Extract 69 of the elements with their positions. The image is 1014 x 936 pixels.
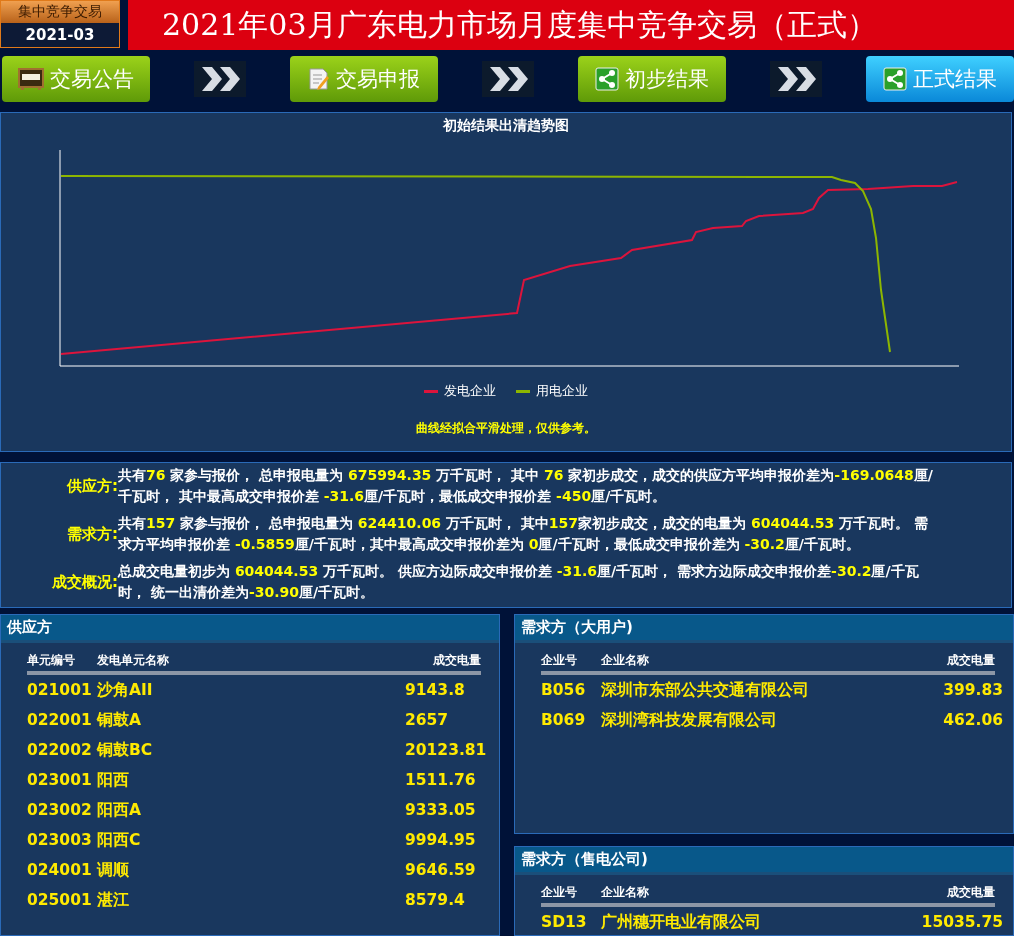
notice-board-icon — [18, 68, 44, 90]
panel-title: 需求方（售电公司) — [515, 847, 1013, 875]
summary-text: 共有157 家参与报价， 总申报电量为 624410.06 万千瓦时， 其中157家初步成交，成交的电量为 604044.53 万千瓦时。 需求方平均申报价差 -0.5859厘/千瓦时，其中最高成交申报价差为 0厘/千瓦时，最低成交申报价差为 -30.2厘/千瓦时。 — [118, 514, 929, 554]
nav-button[interactable]: 正式结果 — [866, 56, 1014, 102]
table-cell-text: 9143.8 — [405, 681, 466, 699]
double-chevron-icon — [770, 61, 822, 97]
column-header: 成交电量 — [947, 885, 995, 900]
table-cell-text: 9333.05 — [405, 801, 477, 819]
table-cell: 15035.75 — [921, 913, 1003, 931]
nav-button[interactable]: 交易公告 — [2, 56, 150, 102]
column-header: 企业名称 — [601, 653, 650, 668]
table-cell-text: 铜鼓BC — [97, 739, 154, 761]
double-chevron-icon — [194, 61, 246, 97]
column-header: 企业名称 — [601, 885, 650, 900]
table-cell-text: 025001 — [27, 891, 93, 909]
summary-text: 总成交电量初步为 604044.53 万千瓦时。 供应方边际成交申报价差 -31.6厘/千瓦时， 需求方边际成交申报价差-30.2厘/千瓦时， 统一出清价差为-30.90厘/千瓦时。 — [118, 562, 920, 602]
table-cell-text: 广州穗开电业有限公司 — [601, 911, 762, 933]
table-cell-text: B056 — [541, 681, 587, 699]
table-cell-text: 1511.76 — [405, 771, 477, 789]
panel-title: 供应方 — [1, 615, 499, 643]
table-cell-text: B069 — [541, 711, 587, 729]
table-cell-text: 9994.95 — [405, 831, 477, 849]
table-cell-text: 2657 — [405, 711, 450, 729]
table-cell-text: 8579.4 — [405, 891, 466, 909]
table-cell-text: 024001 — [27, 861, 93, 879]
nav-button[interactable]: 交易申报 — [290, 56, 438, 102]
table-cell-text: 9646.59 — [405, 861, 477, 879]
legend-item: 用电企业 — [516, 382, 588, 400]
table-cell-text: 023002 — [27, 801, 93, 819]
panel-title: 需求方（大用户) — [515, 615, 1013, 643]
table-cell-text: 调顺 — [97, 859, 130, 881]
summary-text: 共有76 家参与报价， 总申报电量为 675994.35 万千瓦时， 其中 76 家初步成交，成交的供应方平均申报价差为-169.0648厘/千瓦时， 其中最高成交申报价差 -31.6厘/千瓦时，最低成交申报价差 -450厘/千瓦时。 — [118, 466, 934, 506]
document-pencil-icon — [308, 67, 330, 91]
chart-title: 初始结果出清趋势图 — [443, 117, 569, 135]
column-header: 企业号 — [541, 653, 578, 668]
table-cell-text: 022001 — [27, 711, 93, 729]
table-cell-text: 阳西A — [97, 799, 142, 821]
column-header: 成交电量 — [947, 653, 995, 668]
share-icon — [883, 67, 907, 91]
table-cell: 462.06 — [943, 711, 1003, 729]
table-cell-text: 022002 — [27, 741, 93, 759]
page-title: 2021年03月广东电力市场月度集中竞争交易（正式） — [128, 0, 1014, 50]
table-cell-text: 023001 — [27, 771, 93, 789]
table-cell-text: 沙角AII — [97, 679, 154, 701]
table-cell-text: 021001 — [27, 681, 93, 699]
badge-title: 集中竞争交易 — [1, 1, 119, 23]
table-cell-text: 深圳市东部公共交通有限公司 — [601, 679, 810, 701]
table-cell-text: 铜鼓A — [97, 709, 142, 731]
table-cell-text: 阳西C — [97, 829, 142, 851]
column-header: 发电单元名称 — [97, 653, 170, 668]
table-cell-text: 20123.81 — [405, 741, 488, 759]
table-cell-text: 阳西 — [97, 769, 130, 791]
nav-button[interactable]: 初步结果 — [578, 56, 726, 102]
summary-label: 供应方: — [65, 476, 118, 495]
double-chevron-icon — [482, 61, 534, 97]
column-header: 企业号 — [541, 885, 578, 900]
summary-label: 成交概况: — [51, 572, 118, 591]
table-cell-text: 湛江 — [97, 889, 130, 911]
chart-note: 曲线经拟合平滑处理，仅供参考。 — [416, 420, 596, 437]
legend-item: 发电企业 — [424, 382, 496, 400]
table-cell-text: SD13 — [541, 913, 588, 931]
badge-date: 2021-03 — [1, 23, 119, 47]
column-header: 成交电量 — [432, 653, 481, 668]
column-header: 单元编号 — [27, 653, 76, 668]
table-cell-text: 深圳湾科技发展有限公司 — [601, 709, 778, 731]
share-icon — [595, 67, 619, 91]
summary-label: 需求方: — [66, 524, 118, 543]
table-cell-text: 023003 — [27, 831, 93, 849]
table-cell: 399.83 — [943, 681, 1003, 699]
